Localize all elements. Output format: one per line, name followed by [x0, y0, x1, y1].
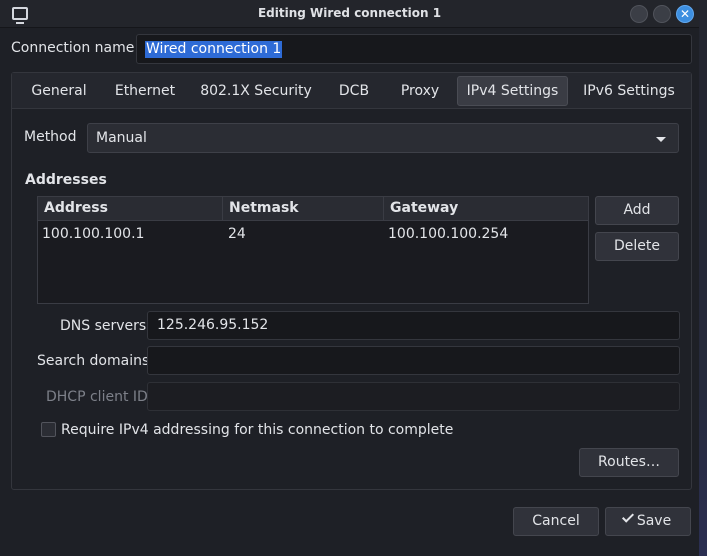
dhcp-client-id-input [147, 382, 680, 411]
search-domains-input[interactable] [147, 346, 680, 375]
column-header-netmask[interactable]: Netmask [222, 197, 383, 220]
save-button[interactable]: Save [605, 507, 691, 536]
connection-name-label: Connection name [11, 40, 135, 56]
search-domains-label: Search domains [37, 353, 150, 369]
window-title: Editing Wired connection 1 [257, 6, 442, 20]
routes-button[interactable]: Routes… [579, 448, 679, 477]
settings-notebook: General Ethernet 802.1X Security DCB Pro… [11, 72, 692, 490]
close-icon: ✕ [679, 7, 691, 21]
connection-name-input[interactable]: Wired connection 1 [136, 34, 692, 64]
save-button-label: Save [636, 513, 672, 529]
require-ipv4-label[interactable]: Require IPv4 addressing for this connect… [61, 422, 453, 438]
desktop-background [699, 0, 707, 556]
addresses-heading: Addresses [25, 172, 107, 188]
method-value: Manual [96, 130, 147, 146]
tab-proxy[interactable]: Proxy [390, 76, 450, 106]
close-button[interactable]: ✕ [676, 5, 694, 23]
cancel-button[interactable]: Cancel [513, 507, 599, 536]
chevron-down-icon [656, 137, 666, 142]
tab-8021x-security[interactable]: 802.1X Security [196, 76, 316, 106]
edit-connection-dialog: Editing Wired connection 1 ✕ Connection … [0, 0, 699, 556]
require-ipv4-checkbox[interactable] [41, 422, 56, 437]
tab-bar: General Ethernet 802.1X Security DCB Pro… [12, 73, 691, 109]
addresses-table[interactable]: Address Netmask Gateway 100.100.100.1 24… [37, 196, 589, 304]
netmask-cell[interactable]: 24 [224, 226, 246, 242]
tab-ethernet[interactable]: Ethernet [108, 76, 182, 106]
dns-servers-label: DNS servers [60, 318, 147, 334]
method-label: Method [24, 129, 77, 145]
dns-servers-input[interactable]: 125.246.95.152 [147, 311, 680, 340]
checkmark-icon [621, 510, 634, 523]
address-cell[interactable]: 100.100.100.1 [38, 226, 144, 242]
delete-address-button[interactable]: Delete [595, 232, 679, 261]
ipv4-settings-page: Method Manual Addresses Address Netmask … [12, 110, 691, 489]
tab-ipv4-settings[interactable]: IPv4 Settings [457, 76, 568, 106]
title-bar[interactable]: Editing Wired connection 1 ✕ [0, 0, 699, 28]
add-address-button[interactable]: Add [595, 196, 679, 225]
dhcp-client-id-label: DHCP client ID [46, 389, 148, 405]
table-header: Address Netmask Gateway [38, 197, 588, 221]
column-header-gateway[interactable]: Gateway [383, 197, 588, 220]
tab-general[interactable]: General [22, 76, 96, 106]
maximize-button[interactable] [653, 5, 671, 23]
tab-ipv6-settings[interactable]: IPv6 Settings [578, 76, 680, 106]
method-dropdown[interactable]: Manual [87, 123, 679, 153]
dns-servers-value: 125.246.95.152 [157, 317, 269, 333]
column-header-address[interactable]: Address [38, 197, 222, 220]
tab-dcb[interactable]: DCB [328, 76, 380, 106]
minimize-button[interactable] [630, 5, 648, 23]
connection-name-value: Wired connection 1 [145, 41, 283, 58]
gateway-cell[interactable]: 100.100.100.254 [384, 226, 508, 242]
